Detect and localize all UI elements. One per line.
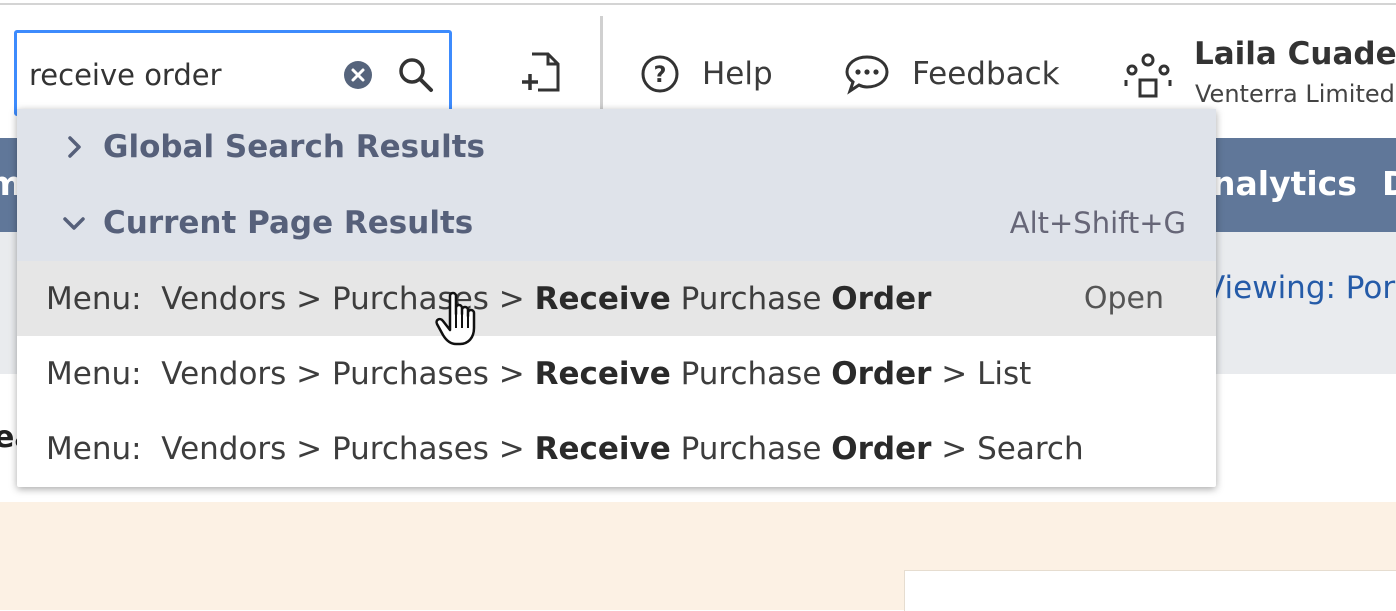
search-input[interactable]: [29, 55, 329, 95]
nav-item-partial-right[interactable]: D: [1382, 164, 1396, 203]
search-icon[interactable]: [397, 56, 435, 94]
new-record-icon[interactable]: [518, 50, 564, 96]
result-text: Menu: Vendors > Purchases > Receive Purc…: [46, 355, 1032, 392]
help-label: Help: [702, 56, 773, 92]
clear-icon[interactable]: [343, 60, 373, 90]
svg-text:?: ?: [654, 63, 667, 88]
feedback-link[interactable]: Feedback: [844, 46, 1060, 102]
top-border: [0, 3, 1396, 5]
result-text: Menu: Vendors > Purchases > Receive Purc…: [46, 430, 1084, 467]
viewing-link[interactable]: Viewing: Port: [1204, 270, 1396, 306]
search-result-row[interactable]: Menu: Vendors > Purchases > Receive Purc…: [17, 336, 1216, 411]
user-name[interactable]: Laila Cuadern: [1194, 36, 1396, 72]
portlet-card: [904, 570, 1396, 611]
search-results-dropdown: Global Search Results Current Page Resul…: [17, 109, 1216, 487]
feedback-icon: [845, 55, 889, 95]
hand-cursor-icon: [435, 291, 476, 346]
header-divider: [600, 16, 603, 112]
user-company: Venterra Limited: [1195, 80, 1395, 108]
search-result-row[interactable]: Menu: Vendors > Purchases > Receive Purc…: [17, 261, 1216, 336]
current-page-results-header[interactable]: Current Page Results Alt+Shift+G: [17, 185, 1216, 261]
result-text: Menu: Vendors > Purchases > Receive Purc…: [46, 280, 932, 317]
global-search-box[interactable]: [14, 30, 452, 116]
global-search-results-label: Global Search Results: [103, 129, 486, 165]
role-switch-icon[interactable]: [1124, 52, 1172, 98]
help-icon: ?: [641, 55, 679, 93]
help-link[interactable]: ? Help: [640, 46, 773, 102]
search-result-row[interactable]: Menu: Vendors > Purchases > Receive Purc…: [17, 411, 1216, 486]
global-search-results-header[interactable]: Global Search Results: [17, 109, 1216, 185]
keyboard-shortcut: Alt+Shift+G: [1009, 206, 1186, 240]
current-page-results-label: Current Page Results: [103, 205, 474, 241]
chevron-down-icon: [63, 217, 85, 230]
open-action[interactable]: Open: [1084, 281, 1164, 316]
feedback-label: Feedback: [912, 56, 1060, 92]
chevron-right-icon: [68, 136, 81, 158]
nav-item-analytics[interactable]: nalytics: [1212, 164, 1357, 203]
